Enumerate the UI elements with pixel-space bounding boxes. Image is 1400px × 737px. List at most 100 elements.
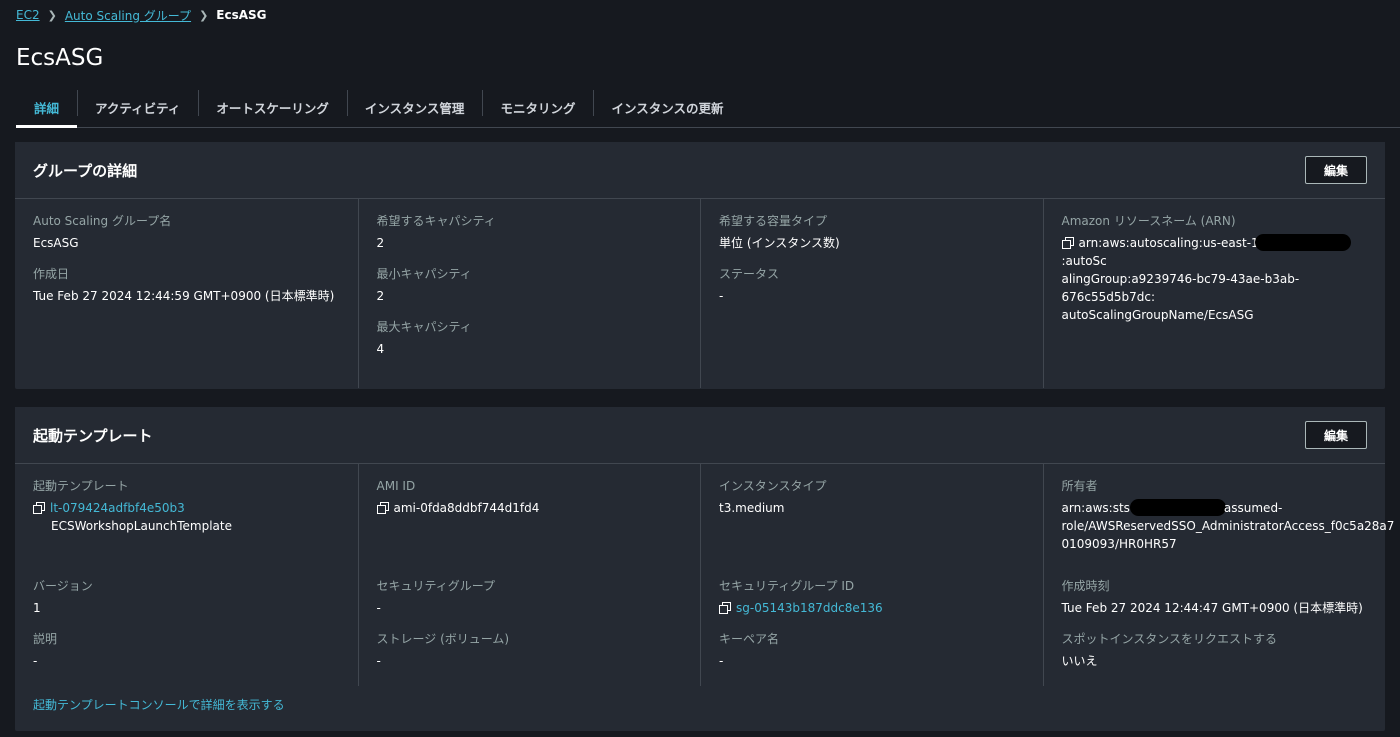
ami-id-text: ami-0fda8ddbf744d1fd4 bbox=[393, 501, 540, 515]
copy-icon[interactable] bbox=[1061, 237, 1074, 249]
min-capacity-field: 最小キャパシティ 2 bbox=[377, 266, 683, 305]
tab-monitoring[interactable]: モニタリング bbox=[482, 88, 593, 127]
group-details-header: グループの詳細 編集 bbox=[15, 142, 1385, 199]
tab-activity[interactable]: アクティビティ bbox=[77, 88, 198, 127]
field-label: キーペア名 bbox=[719, 632, 780, 646]
arn-value: arn:aws:autoscaling:us-east-1 :autoSc ali… bbox=[1061, 234, 1368, 324]
field-value: EcsASG bbox=[33, 236, 79, 250]
field-label: ステータス bbox=[719, 267, 780, 281]
field-value: Tue Feb 27 2024 12:44:47 GMT+0900 (日本標準時… bbox=[1061, 601, 1363, 615]
field-value: 1 bbox=[33, 601, 41, 615]
field-label: 希望するキャパシティ bbox=[376, 214, 496, 228]
launch-template-edit-button[interactable]: 編集 bbox=[1305, 421, 1367, 449]
launch-template-console-link[interactable]: 起動テンプレートコンソールで詳細を表示する bbox=[33, 696, 285, 713]
group-details-col-4: Amazon リソースネーム (ARN) arn:aws:autoscaling… bbox=[1042, 199, 1386, 388]
group-details-edit-button[interactable]: 編集 bbox=[1305, 156, 1367, 184]
launch-template-col-4: 所有者 arn:aws:sts assumed- role/AWSReserved… bbox=[1042, 464, 1395, 686]
created-date-field: 作成日 Tue Feb 27 2024 12:44:59 GMT+0900 (日… bbox=[33, 266, 340, 305]
group-details-col-3: 希望する容量タイプ 単位 (インスタンス数) ステータス - bbox=[700, 199, 1043, 388]
owner-field: 所有者 arn:aws:sts assumed- role/AWSReserved… bbox=[1061, 478, 1395, 564]
version-field: バージョン 1 bbox=[33, 578, 340, 617]
owner-text: role/AWSReservedSSO_AdministratorAccess_… bbox=[1061, 519, 1395, 533]
field-value: - bbox=[376, 601, 381, 615]
lt-name: ECSWorkshopLaunchTemplate bbox=[51, 519, 232, 533]
field-value: Tue Feb 27 2024 12:44:59 GMT+0900 (日本標準時… bbox=[33, 289, 335, 303]
tab-instance-refresh[interactable]: インスタンスの更新 bbox=[593, 88, 741, 127]
sg-id-value: sg-05143b187ddc8e136 bbox=[719, 599, 1025, 617]
arn-field: Amazon リソースネーム (ARN) arn:aws:autoscaling… bbox=[1061, 213, 1368, 324]
field-value: いいえ bbox=[1061, 654, 1098, 668]
security-group-field: セキュリティグループ - bbox=[377, 578, 683, 617]
field-value: - bbox=[719, 289, 724, 303]
field-label: ストレージ (ボリューム) bbox=[376, 632, 510, 646]
copy-icon[interactable] bbox=[719, 602, 731, 614]
tab-auto-scaling[interactable]: オートスケーリング bbox=[198, 88, 347, 127]
security-group-id-field: セキュリティグループ ID sg-05143b187ddc8e136 bbox=[719, 578, 1025, 617]
owner-value: arn:aws:sts assumed- role/AWSReservedSSO_… bbox=[1061, 499, 1394, 553]
chevron-right-icon: ❯ bbox=[47, 8, 57, 22]
field-label: Auto Scaling グループ名 bbox=[33, 214, 172, 228]
breadcrumb: EC2 ❯ Auto Scaling グループ ❯ EcsASG bbox=[16, 6, 267, 24]
launch-template-col-3: インスタンスタイプ t3.medium セキュリティグループ ID sg-051… bbox=[700, 464, 1043, 686]
field-label: 起動テンプレート bbox=[33, 479, 129, 493]
breadcrumb-current: EcsASG bbox=[216, 8, 267, 22]
instance-type-field: インスタンスタイプ t3.medium bbox=[719, 478, 1025, 564]
field-value: - bbox=[376, 654, 381, 668]
field-value: 4 bbox=[376, 342, 385, 356]
breadcrumb-asg-link[interactable]: Auto Scaling グループ bbox=[65, 7, 191, 24]
launch-template-header: 起動テンプレート 編集 bbox=[15, 407, 1385, 464]
created-time-field: 作成時刻 Tue Feb 27 2024 12:44:47 GMT+0900 (… bbox=[1062, 578, 1368, 617]
chevron-right-icon: ❯ bbox=[199, 8, 209, 22]
ami-field: AMI ID ami-0fda8ddbf744d1fd4 bbox=[376, 478, 683, 564]
max-capacity-field: 最大キャパシティ 4 bbox=[377, 319, 683, 358]
field-label: 最小キャパシティ bbox=[376, 267, 472, 281]
launch-template-panel: 起動テンプレート 編集 起動テンプレート lt-079424adfbf4e50b… bbox=[15, 407, 1395, 731]
asg-name-field: Auto Scaling グループ名 EcsASG bbox=[33, 213, 340, 252]
lt-value: lt-079424adfbf4e50b3 bbox=[33, 499, 340, 517]
field-value: 2 bbox=[376, 236, 385, 250]
group-details-panel: グループの詳細 編集 Auto Scaling グループ名 EcsASG 作成日… bbox=[15, 142, 1385, 389]
field-value: 2 bbox=[376, 289, 385, 303]
field-label: スポットインスタンスをリクエストする bbox=[1061, 632, 1278, 646]
breadcrumb-ec2-link[interactable]: EC2 bbox=[16, 8, 40, 22]
capacity-type-field: 希望する容量タイプ 単位 (インスタンス数) bbox=[719, 213, 1025, 252]
security-group-id-link[interactable]: sg-05143b187ddc8e136 bbox=[736, 601, 883, 615]
owner-text: arn:aws:sts bbox=[1061, 501, 1130, 515]
spot-request-field: スポットインスタンスをリクエストする いいえ bbox=[1062, 631, 1368, 670]
group-details-title: グループの詳細 bbox=[33, 161, 138, 180]
desired-capacity-field: 希望するキャパシティ 2 bbox=[377, 213, 683, 252]
group-details-columns: Auto Scaling グループ名 EcsASG 作成日 Tue Feb 27… bbox=[15, 199, 1385, 388]
group-details-col-2: 希望するキャパシティ 2 最小キャパシティ 2 最大キャパシティ 4 bbox=[357, 199, 701, 388]
field-label: バージョン bbox=[33, 579, 93, 593]
field-label: AMI ID bbox=[376, 479, 416, 493]
lt-field: 起動テンプレート lt-079424adfbf4e50b3 ECSWorksho… bbox=[33, 478, 340, 564]
field-value: t3.medium bbox=[719, 501, 785, 515]
group-details-col-1: Auto Scaling グループ名 EcsASG 作成日 Tue Feb 27… bbox=[15, 199, 358, 388]
field-value: - bbox=[719, 654, 724, 668]
owner-text: 0109093/HR0HR57 bbox=[1061, 537, 1177, 551]
field-label: セキュリティグループ bbox=[376, 579, 496, 593]
arn-text: arn:aws:autoscaling:us-east-1 bbox=[1078, 236, 1259, 250]
owner-text: assumed- bbox=[1223, 501, 1283, 515]
tab-instance-management[interactable]: インスタンス管理 bbox=[346, 88, 483, 127]
field-label: 作成日 bbox=[33, 267, 70, 281]
tab-bar: 詳細 アクティビティ オートスケーリング インスタンス管理 モニタリング インス… bbox=[16, 88, 1400, 128]
launch-template-title: 起動テンプレート bbox=[33, 426, 153, 445]
tab-details[interactable]: 詳細 bbox=[16, 88, 78, 128]
key-pair-field: キーペア名 - bbox=[719, 631, 1025, 670]
status-field: ステータス - bbox=[719, 266, 1025, 305]
field-label: 作成時刻 bbox=[1061, 579, 1110, 593]
description-field: 説明 - bbox=[33, 631, 340, 670]
copy-icon[interactable] bbox=[376, 502, 389, 514]
copy-icon[interactable] bbox=[33, 502, 45, 514]
field-label: 最大キャパシティ bbox=[376, 320, 472, 334]
page-title: EcsASG bbox=[16, 45, 104, 71]
arn-text: :autoSc bbox=[1061, 254, 1107, 268]
launch-template-columns: 起動テンプレート lt-079424adfbf4e50b3 ECSWorksho… bbox=[15, 464, 1395, 686]
arn-text: alingGroup:a9239746-bc79-43ae-b3ab-676c5… bbox=[1061, 272, 1300, 304]
field-value: - bbox=[33, 654, 38, 668]
launch-template-col-2: AMI ID ami-0fda8ddbf744d1fd4 セキュリティグループ … bbox=[357, 464, 701, 686]
ami-value: ami-0fda8ddbf744d1fd4 bbox=[376, 499, 683, 517]
launch-template-id-link[interactable]: lt-079424adfbf4e50b3 bbox=[50, 501, 185, 515]
arn-text: autoScalingGroupName/EcsASG bbox=[1061, 308, 1254, 322]
